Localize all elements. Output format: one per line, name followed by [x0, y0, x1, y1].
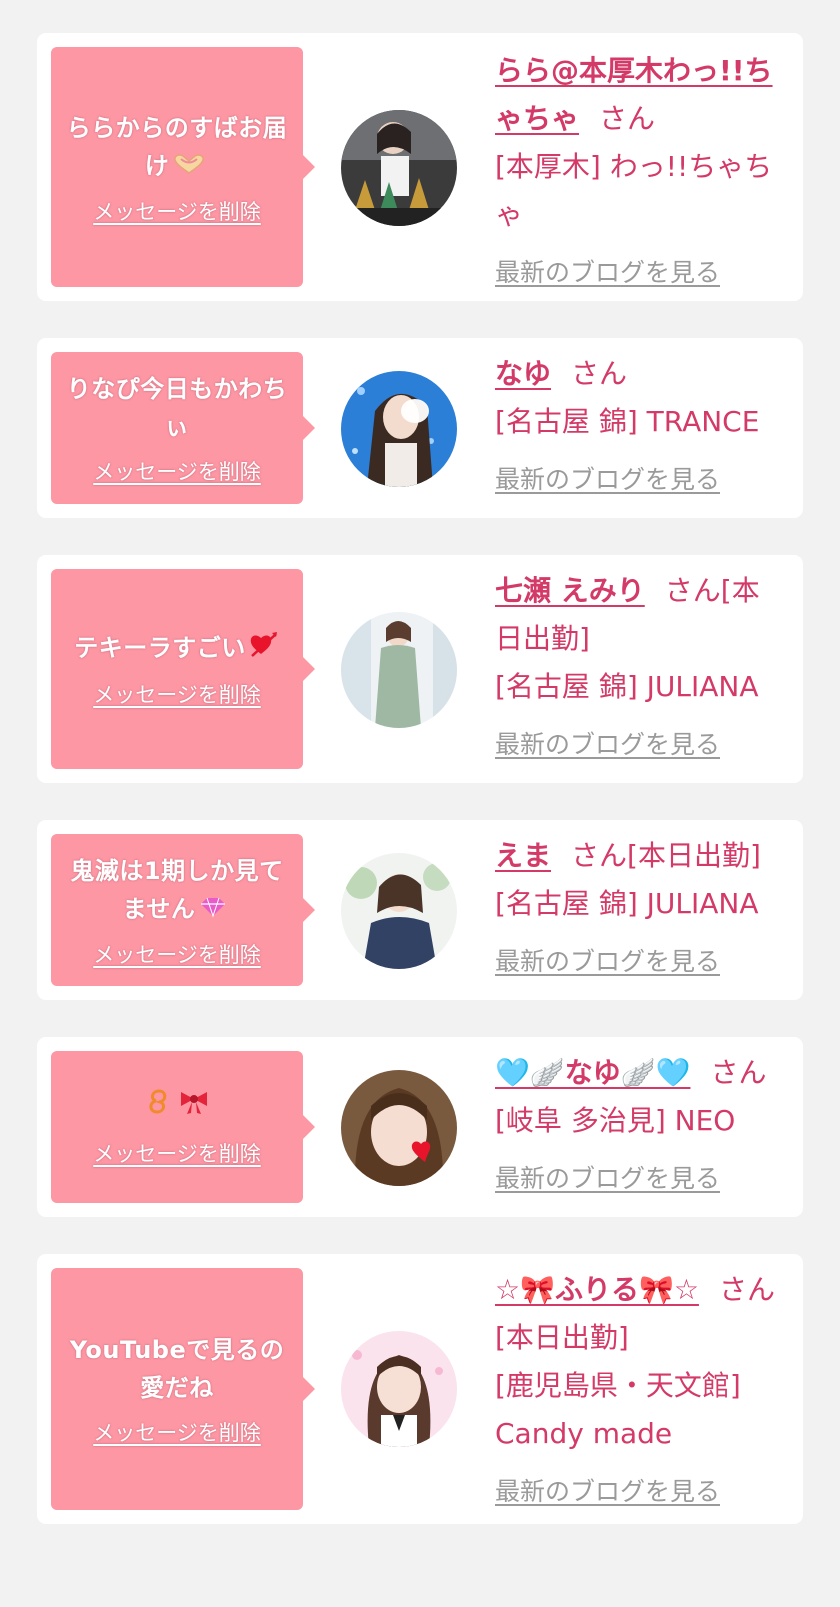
shop-name: [鹿児島県・天文館] Candy made: [495, 1369, 741, 1450]
shop-name: [本厚木] わっ!!ちゃちゃ: [495, 150, 773, 231]
view-latest-blog-link[interactable]: 最新のブログを見る: [495, 721, 720, 769]
san-label: さん: [599, 102, 656, 135]
message-bubble: メッセージを削除: [51, 1051, 315, 1203]
delete-message-link[interactable]: メッセージを削除: [93, 1138, 261, 1168]
avatar[interactable]: [341, 110, 457, 226]
delete-message-link[interactable]: メッセージを削除: [93, 939, 261, 969]
sender-name-link[interactable]: えま: [495, 839, 551, 872]
sender-info: なゆ さん [名古屋 錦] TRANCE 最新のブログを見る: [495, 350, 785, 504]
delete-message-link[interactable]: メッセージを削除: [93, 456, 261, 486]
message-bubble: テキーラすごい メッセージを削除: [51, 569, 315, 769]
heart-arrow-icon: [248, 630, 278, 669]
sender-info: 🩵🪽なゆ🪽🩵 さん [岐阜 多治見] NEO 最新のブログを見る: [495, 1049, 785, 1203]
message-text-content: 鬼滅は1期しか見てません: [70, 856, 284, 923]
message-bubble: YouTubeで見るの愛だね メッセージを削除: [51, 1268, 315, 1510]
shop-name: [名古屋 錦] JULIANA: [495, 670, 759, 703]
sender-status: [本日出勤]: [495, 1321, 629, 1354]
message-card: 鬼滅は1期しか見てません メッセージを削除 えま さん[本日出勤] [名古屋 錦]…: [37, 820, 803, 1000]
message-card: りなぴ今日もかわちぃ メッセージを削除 なゆ さん [名古屋 錦] TRANCE …: [37, 338, 803, 518]
message-text: [142, 1087, 212, 1128]
delete-message-link[interactable]: メッセージを削除: [93, 679, 261, 709]
sender-info: ☆🎀ふりる🎀☆ さん [本日出勤] [鹿児島県・天文館] Candy made 最新…: [495, 1266, 785, 1516]
shop-name: [名古屋 錦] JULIANA: [495, 887, 759, 920]
sender-info: えま さん[本日出勤] [名古屋 錦] JULIANA 最新のブログを見る: [495, 832, 785, 986]
message-bubble: 鬼滅は1期しか見てません メッセージを削除: [51, 834, 315, 986]
message-text: ららからのすばお届け: [59, 109, 295, 186]
message-list: ららからのすばお届け メッセージを削除 らら@本厚木わっ!!ちゃちゃ さん [本厚: [0, 0, 840, 1607]
message-text: YouTubeで見るの愛だね: [69, 1336, 285, 1402]
heart-hands-icon: [171, 148, 207, 186]
message-text: テキーラすごい: [74, 629, 280, 669]
avatar[interactable]: [341, 371, 457, 487]
delete-message-link[interactable]: メッセージを削除: [93, 1417, 261, 1447]
avatar[interactable]: [341, 612, 457, 728]
message-card: テキーラすごい メッセージを削除 七瀬 えみり さん[本日出勤] [名古屋 錦] …: [37, 555, 803, 783]
avatar[interactable]: [341, 853, 457, 969]
avatar[interactable]: [341, 1070, 457, 1186]
sender-name-link[interactable]: 七瀬 えみり: [495, 574, 645, 607]
message-text: りなぴ今日もかわちぃ: [66, 375, 288, 441]
shop-name: [岐阜 多治見] NEO: [495, 1104, 736, 1137]
view-latest-blog-link[interactable]: 最新のブログを見る: [495, 1155, 720, 1203]
view-latest-blog-link[interactable]: 最新のブログを見る: [495, 1468, 720, 1516]
sender-name-link[interactable]: ☆🎀ふりる🎀☆: [495, 1273, 699, 1306]
sender-status: [本日出勤]: [627, 839, 761, 872]
san-label: さん: [710, 1056, 767, 1089]
san-label: さん: [571, 839, 628, 872]
view-latest-blog-link[interactable]: 最新のブログを見る: [495, 456, 720, 504]
view-latest-blog-link[interactable]: 最新のブログを見る: [495, 249, 720, 297]
view-latest-blog-link[interactable]: 最新のブログを見る: [495, 938, 720, 986]
curly-loop-icon: [144, 1087, 174, 1128]
ribbon-icon: [178, 1088, 210, 1126]
message-card: メッセージを削除 🩵🪽なゆ🪽🩵 さん [岐阜 多治見] NEO 最新のブログを見る: [37, 1037, 803, 1217]
sender-name-link[interactable]: なゆ: [495, 357, 551, 390]
sender-info: らら@本厚木わっ!!ちゃちゃ さん [本厚木] わっ!!ちゃちゃ 最新のブログを見…: [495, 47, 785, 297]
message-bubble: ららからのすばお届け メッセージを削除: [51, 47, 315, 287]
pink-gem-icon: [197, 891, 229, 929]
shop-name: [名古屋 錦] TRANCE: [495, 405, 760, 438]
message-text: 鬼滅は1期しか見てません: [59, 852, 295, 929]
san-label: さん: [664, 574, 721, 607]
message-text-content: テキーラすごい: [74, 634, 246, 663]
avatar[interactable]: [341, 1331, 457, 1447]
delete-message-link[interactable]: メッセージを削除: [93, 196, 261, 226]
san-label: さん: [571, 357, 628, 390]
sender-name-link[interactable]: 🩵🪽なゆ🪽🩵: [495, 1056, 690, 1089]
message-bubble: りなぴ今日もかわちぃ メッセージを削除: [51, 352, 315, 504]
san-label: さん: [718, 1273, 775, 1306]
message-card: YouTubeで見るの愛だね メッセージを削除 ☆🎀ふりる🎀☆ さん [本日出勤] …: [37, 1254, 803, 1524]
sender-info: 七瀬 えみり さん[本日出勤] [名古屋 錦] JULIANA 最新のブログを見る: [495, 567, 785, 769]
message-card: ららからのすばお届け メッセージを削除 らら@本厚木わっ!!ちゃちゃ さん [本厚: [37, 33, 803, 301]
